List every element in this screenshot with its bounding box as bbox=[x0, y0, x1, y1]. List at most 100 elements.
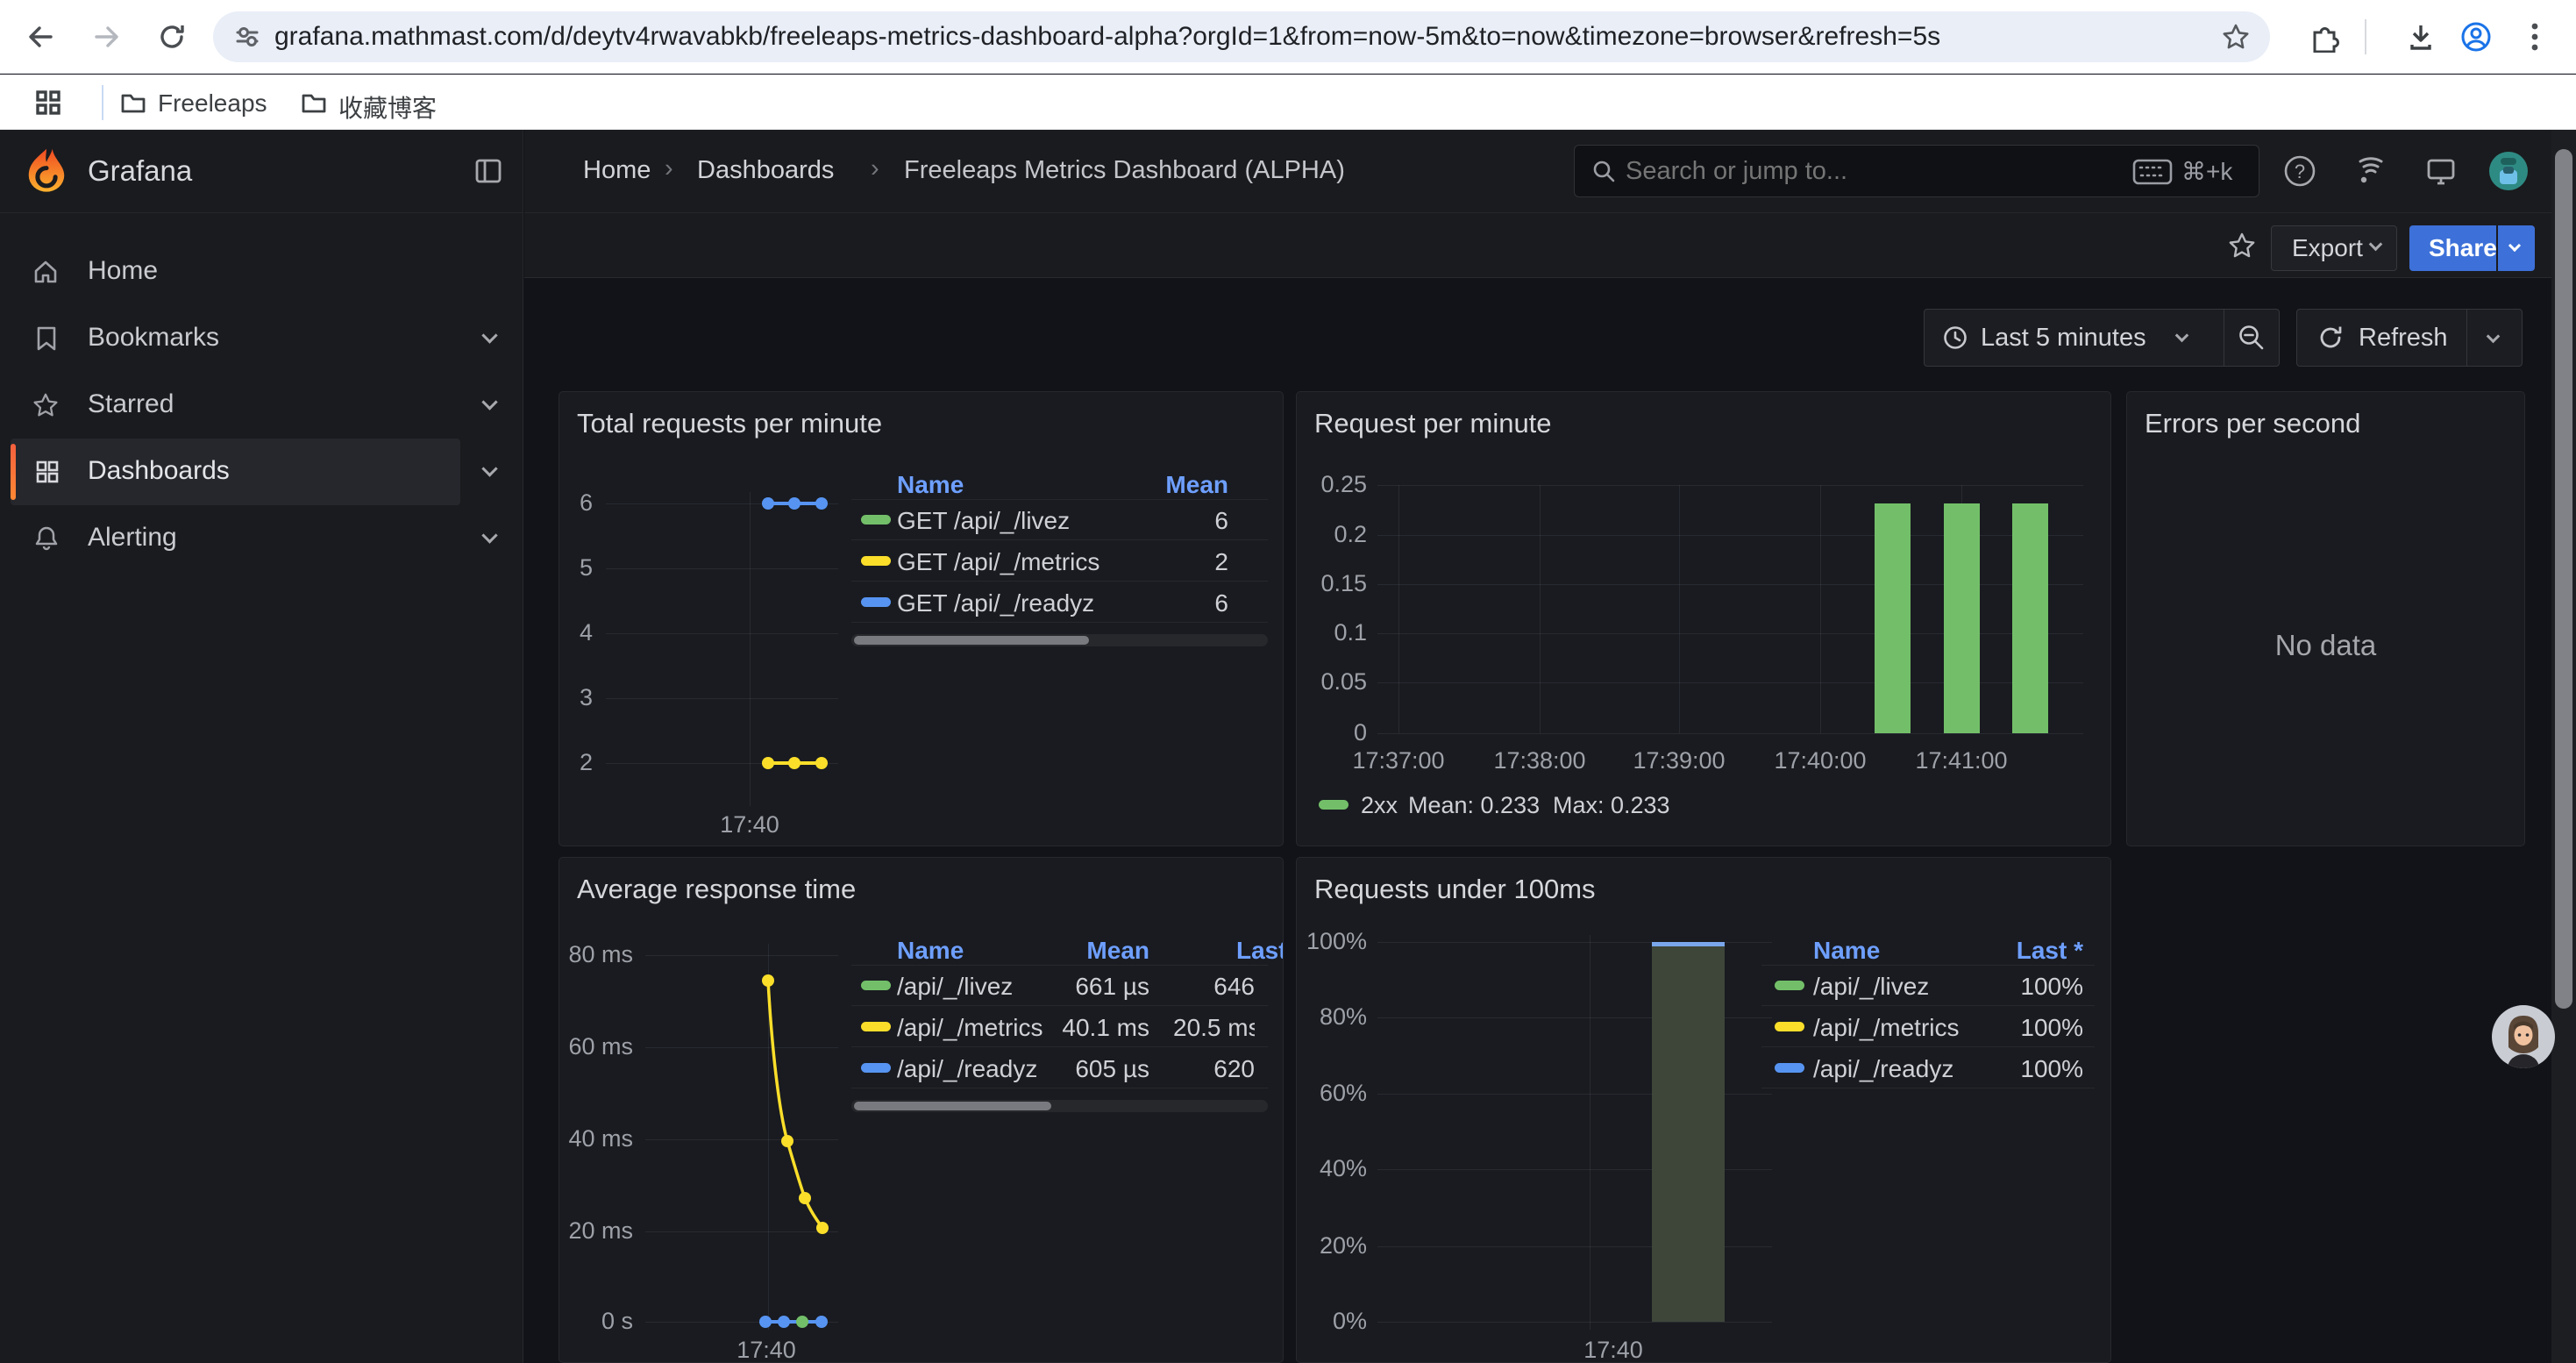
data-point[interactable] bbox=[759, 1316, 772, 1328]
series-name[interactable]: /api/_/livez bbox=[1813, 973, 1929, 1001]
series-color-pill bbox=[1775, 1063, 1804, 1073]
download-icon[interactable] bbox=[2404, 20, 2437, 58]
data-point[interactable] bbox=[815, 1316, 828, 1328]
series-name[interactable]: /api/_/metrics bbox=[897, 1014, 1043, 1042]
dock-sidebar-icon[interactable] bbox=[473, 156, 503, 190]
search-shortcut: ⌘+k bbox=[2181, 157, 2232, 186]
share-dropdown-button[interactable] bbox=[2498, 225, 2535, 271]
monitor-icon[interactable] bbox=[2423, 154, 2459, 194]
grafana-logo[interactable] bbox=[23, 146, 70, 201]
site-settings-icon[interactable] bbox=[234, 24, 260, 54]
sidebar-item-starred[interactable]: Starred bbox=[0, 372, 523, 439]
forward-icon[interactable] bbox=[91, 21, 123, 57]
dashboards-grid-icon bbox=[33, 458, 61, 490]
row-separator bbox=[851, 1005, 1268, 1006]
legend-scrollbar-thumb[interactable] bbox=[854, 1102, 1051, 1110]
chevron-down-icon[interactable] bbox=[481, 527, 497, 543]
series-mean: 40.1 ms bbox=[1033, 1014, 1149, 1042]
panel-title[interactable]: Errors per second bbox=[2145, 408, 2360, 439]
no-data-label: No data bbox=[2127, 629, 2524, 662]
help-icon[interactable]: ? bbox=[2281, 153, 2318, 194]
chevron-down-icon[interactable] bbox=[481, 327, 497, 343]
reload-icon[interactable] bbox=[156, 21, 188, 57]
bar-under-100ms[interactable] bbox=[1652, 942, 1725, 1322]
legend-header-last[interactable]: Last * bbox=[1963, 937, 2083, 965]
series-name[interactable]: /api/_/metrics bbox=[1813, 1014, 1960, 1042]
data-point[interactable] bbox=[788, 757, 801, 769]
legend-header-last[interactable]: Last * bbox=[1236, 937, 1284, 965]
extensions-icon[interactable] bbox=[2308, 21, 2339, 57]
share-label[interactable]: Share bbox=[2429, 234, 2497, 262]
series-last: 100% bbox=[1963, 1055, 2083, 1083]
panel-title[interactable]: Requests under 100ms bbox=[1314, 874, 1596, 905]
breadcrumb-dashboards[interactable]: Dashboards bbox=[697, 156, 834, 185]
data-point[interactable] bbox=[778, 1316, 790, 1328]
search-box[interactable]: ⌘+k bbox=[1574, 145, 2259, 197]
series-name[interactable]: GET /api/_/readyz bbox=[897, 589, 1094, 617]
series-name[interactable]: /api/_/readyz bbox=[897, 1055, 1037, 1083]
y-tick: 5 bbox=[559, 554, 593, 582]
data-point[interactable] bbox=[815, 757, 828, 769]
gridline bbox=[1398, 485, 1399, 733]
bookmark-star-icon[interactable] bbox=[2221, 22, 2251, 56]
gridline bbox=[1540, 485, 1541, 733]
zoom-out-icon[interactable] bbox=[2237, 323, 2266, 357]
series-name[interactable]: /api/_/livez bbox=[897, 973, 1013, 1001]
bar-2xx[interactable] bbox=[2012, 503, 2048, 733]
panel-title[interactable]: Request per minute bbox=[1314, 408, 1552, 439]
bar-2xx[interactable] bbox=[1875, 503, 1911, 733]
panel-avg-response-time: Average response time 80 ms 60 ms 40 ms … bbox=[559, 857, 1284, 1363]
selected-highlight bbox=[11, 439, 460, 505]
url-bar[interactable] bbox=[213, 11, 2270, 62]
menu-dots-icon[interactable] bbox=[2530, 21, 2539, 57]
data-point[interactable] bbox=[762, 757, 774, 769]
data-point[interactable] bbox=[762, 497, 774, 510]
export-label[interactable]: Export bbox=[2292, 234, 2363, 262]
chevron-down-icon[interactable] bbox=[2175, 329, 2189, 343]
profile-icon[interactable] bbox=[2460, 21, 2492, 57]
favorite-star-icon[interactable] bbox=[2227, 231, 2257, 265]
legend-header-name[interactable]: Name bbox=[897, 471, 964, 499]
legend-header-mean[interactable]: Mean bbox=[1033, 937, 1149, 965]
series-name[interactable]: GET /api/_/metrics bbox=[897, 548, 1099, 576]
sidebar-item-alerting[interactable]: Alerting bbox=[0, 505, 523, 572]
back-icon[interactable] bbox=[25, 21, 56, 57]
user-avatar[interactable] bbox=[2488, 151, 2529, 196]
bookmarks-divider bbox=[102, 85, 103, 120]
series-name[interactable]: GET /api/_/livez bbox=[897, 507, 1070, 535]
time-range-label[interactable]: Last 5 minutes bbox=[1981, 324, 2146, 353]
legend-header-name[interactable]: Name bbox=[897, 937, 964, 965]
star-icon bbox=[32, 391, 60, 424]
breadcrumb-separator: › bbox=[871, 154, 879, 183]
breadcrumb-home[interactable]: Home bbox=[583, 156, 651, 185]
bell-icon bbox=[32, 525, 60, 557]
sidebar-item-label: Bookmarks bbox=[88, 323, 219, 353]
sidebar-item-bookmarks[interactable]: Bookmarks bbox=[0, 305, 523, 372]
sidebar-item-home[interactable]: Home bbox=[0, 239, 523, 305]
bar-2xx[interactable] bbox=[1944, 503, 1980, 733]
refresh-label[interactable]: Refresh bbox=[2359, 324, 2448, 353]
floating-avatar[interactable] bbox=[2492, 1005, 2555, 1068]
legend-series-name[interactable]: 2xx bbox=[1361, 792, 1398, 819]
series-name[interactable]: /api/_/readyz bbox=[1813, 1055, 1953, 1083]
data-point[interactable] bbox=[815, 497, 828, 510]
series-color-pill bbox=[1775, 1022, 1804, 1031]
legend-header-mean[interactable]: Mean bbox=[1081, 471, 1228, 499]
legend-scrollbar-thumb[interactable] bbox=[854, 636, 1089, 645]
chevron-down-icon[interactable] bbox=[481, 460, 497, 476]
legend-header-name[interactable]: Name bbox=[1813, 937, 1880, 965]
page-scrollbar-thumb[interactable] bbox=[2555, 149, 2572, 1009]
panel-title[interactable]: Total requests per minute bbox=[577, 408, 882, 439]
search-input[interactable] bbox=[1626, 155, 2117, 187]
data-point[interactable] bbox=[796, 1316, 808, 1328]
chevron-down-icon[interactable] bbox=[481, 394, 497, 410]
data-point[interactable] bbox=[788, 497, 801, 510]
chevron-down-icon[interactable] bbox=[2487, 330, 2501, 344]
sidebar-item-dashboards[interactable]: Dashboards bbox=[0, 439, 523, 505]
url-input[interactable] bbox=[274, 21, 2186, 53]
apps-grid-icon[interactable] bbox=[33, 88, 63, 122]
segment-divider bbox=[2466, 310, 2467, 366]
y-tick: 6 bbox=[559, 489, 593, 517]
y-tick: 3 bbox=[559, 684, 593, 711]
rss-icon[interactable] bbox=[2353, 154, 2388, 194]
